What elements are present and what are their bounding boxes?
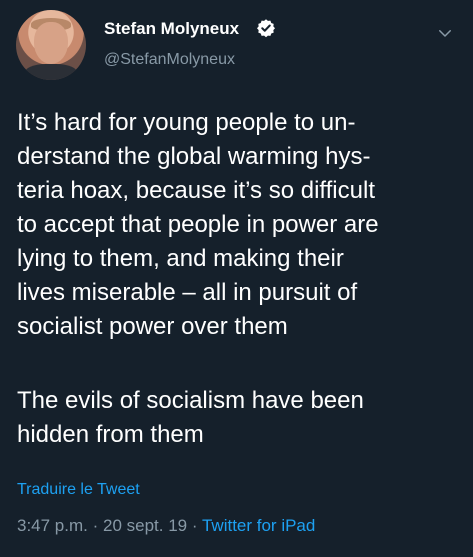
meta-separator: · [92, 516, 99, 535]
author-display-name[interactable]: Stefan Molyneux [104, 19, 239, 39]
avatar[interactable] [16, 10, 86, 80]
tweet-card: Stefan Molyneux @StefanMolyneux It’s har… [0, 0, 473, 557]
tweet-text-line: lying to them, and making their [17, 245, 344, 272]
tweet-text-line: hidden from them [17, 421, 204, 448]
translate-tweet-link[interactable]: Traduire le Tweet [17, 481, 140, 499]
meta-separator: · [191, 516, 198, 535]
verified-badge-icon [257, 19, 275, 38]
tweet-source-link[interactable]: Twitter for iPad [202, 516, 315, 535]
tweet-time[interactable]: 3:47 p.m. [17, 516, 88, 535]
tweet-date[interactable]: 20 sept. 19 [103, 516, 187, 535]
tweet-text-line: It’s hard for young people to un- [17, 109, 356, 136]
tweet-metadata: 3:47 p.m. · 20 sept. 19 · Twitter for iP… [17, 516, 315, 536]
chevron-down-icon[interactable] [436, 24, 454, 42]
tweet-text-line: derstand the global warming hys- [17, 143, 371, 170]
avatar-shirt [24, 64, 78, 80]
tweet-text-line: to accept that people in power are [17, 211, 379, 238]
tweet-text-line: The evils of socialism have been [17, 387, 364, 414]
avatar-face [34, 22, 68, 64]
tweet-text-line: socialist power over them [17, 313, 288, 340]
tweet-text-line: teria hoax, because it’s so difficult [17, 177, 375, 204]
author-handle[interactable]: @StefanMolyneux [104, 51, 235, 69]
tweet-text-line: lives miserable – all in pursuit of [17, 279, 358, 306]
